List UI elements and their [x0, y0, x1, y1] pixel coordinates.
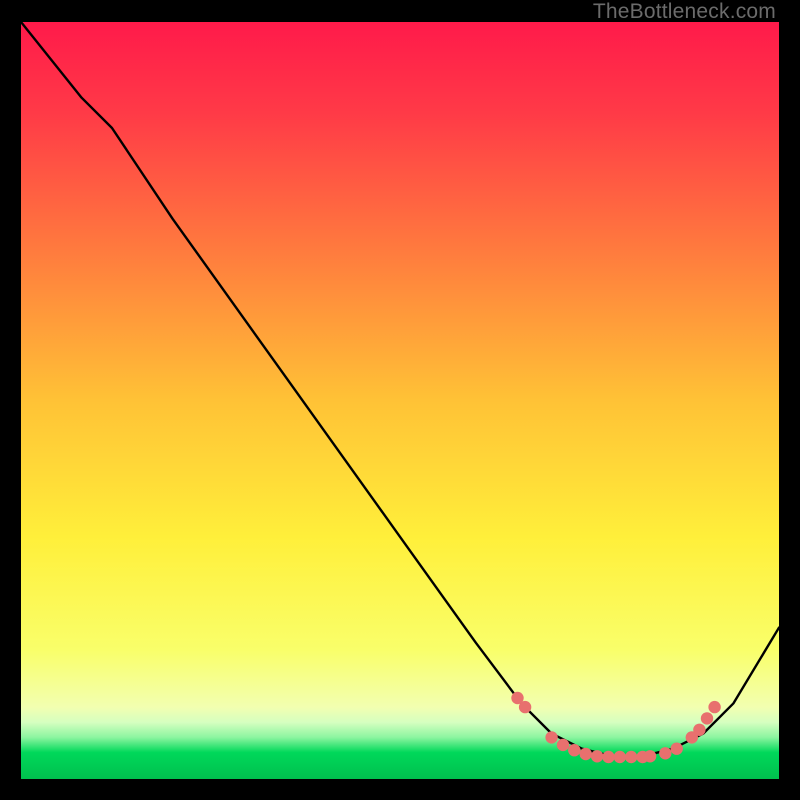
watermark-text: TheBottleneck.com: [593, 0, 776, 24]
highlight-dot: [580, 748, 592, 760]
highlight-dot: [614, 751, 626, 763]
bottleneck-chart: [21, 22, 779, 779]
highlight-dot: [602, 751, 614, 763]
highlight-dot: [625, 751, 637, 763]
highlight-dot: [644, 750, 656, 762]
highlight-dot: [591, 750, 603, 762]
highlight-dot: [519, 701, 531, 713]
highlight-dot: [671, 743, 683, 755]
highlight-dot: [557, 739, 569, 751]
chart-frame: [21, 22, 779, 779]
highlight-dot: [708, 701, 720, 713]
highlight-dot: [693, 724, 705, 736]
highlight-dot: [659, 747, 671, 759]
highlight-dot: [701, 712, 713, 724]
highlight-dot: [568, 744, 580, 756]
gradient-background: [21, 22, 779, 779]
highlight-dot: [545, 731, 557, 743]
